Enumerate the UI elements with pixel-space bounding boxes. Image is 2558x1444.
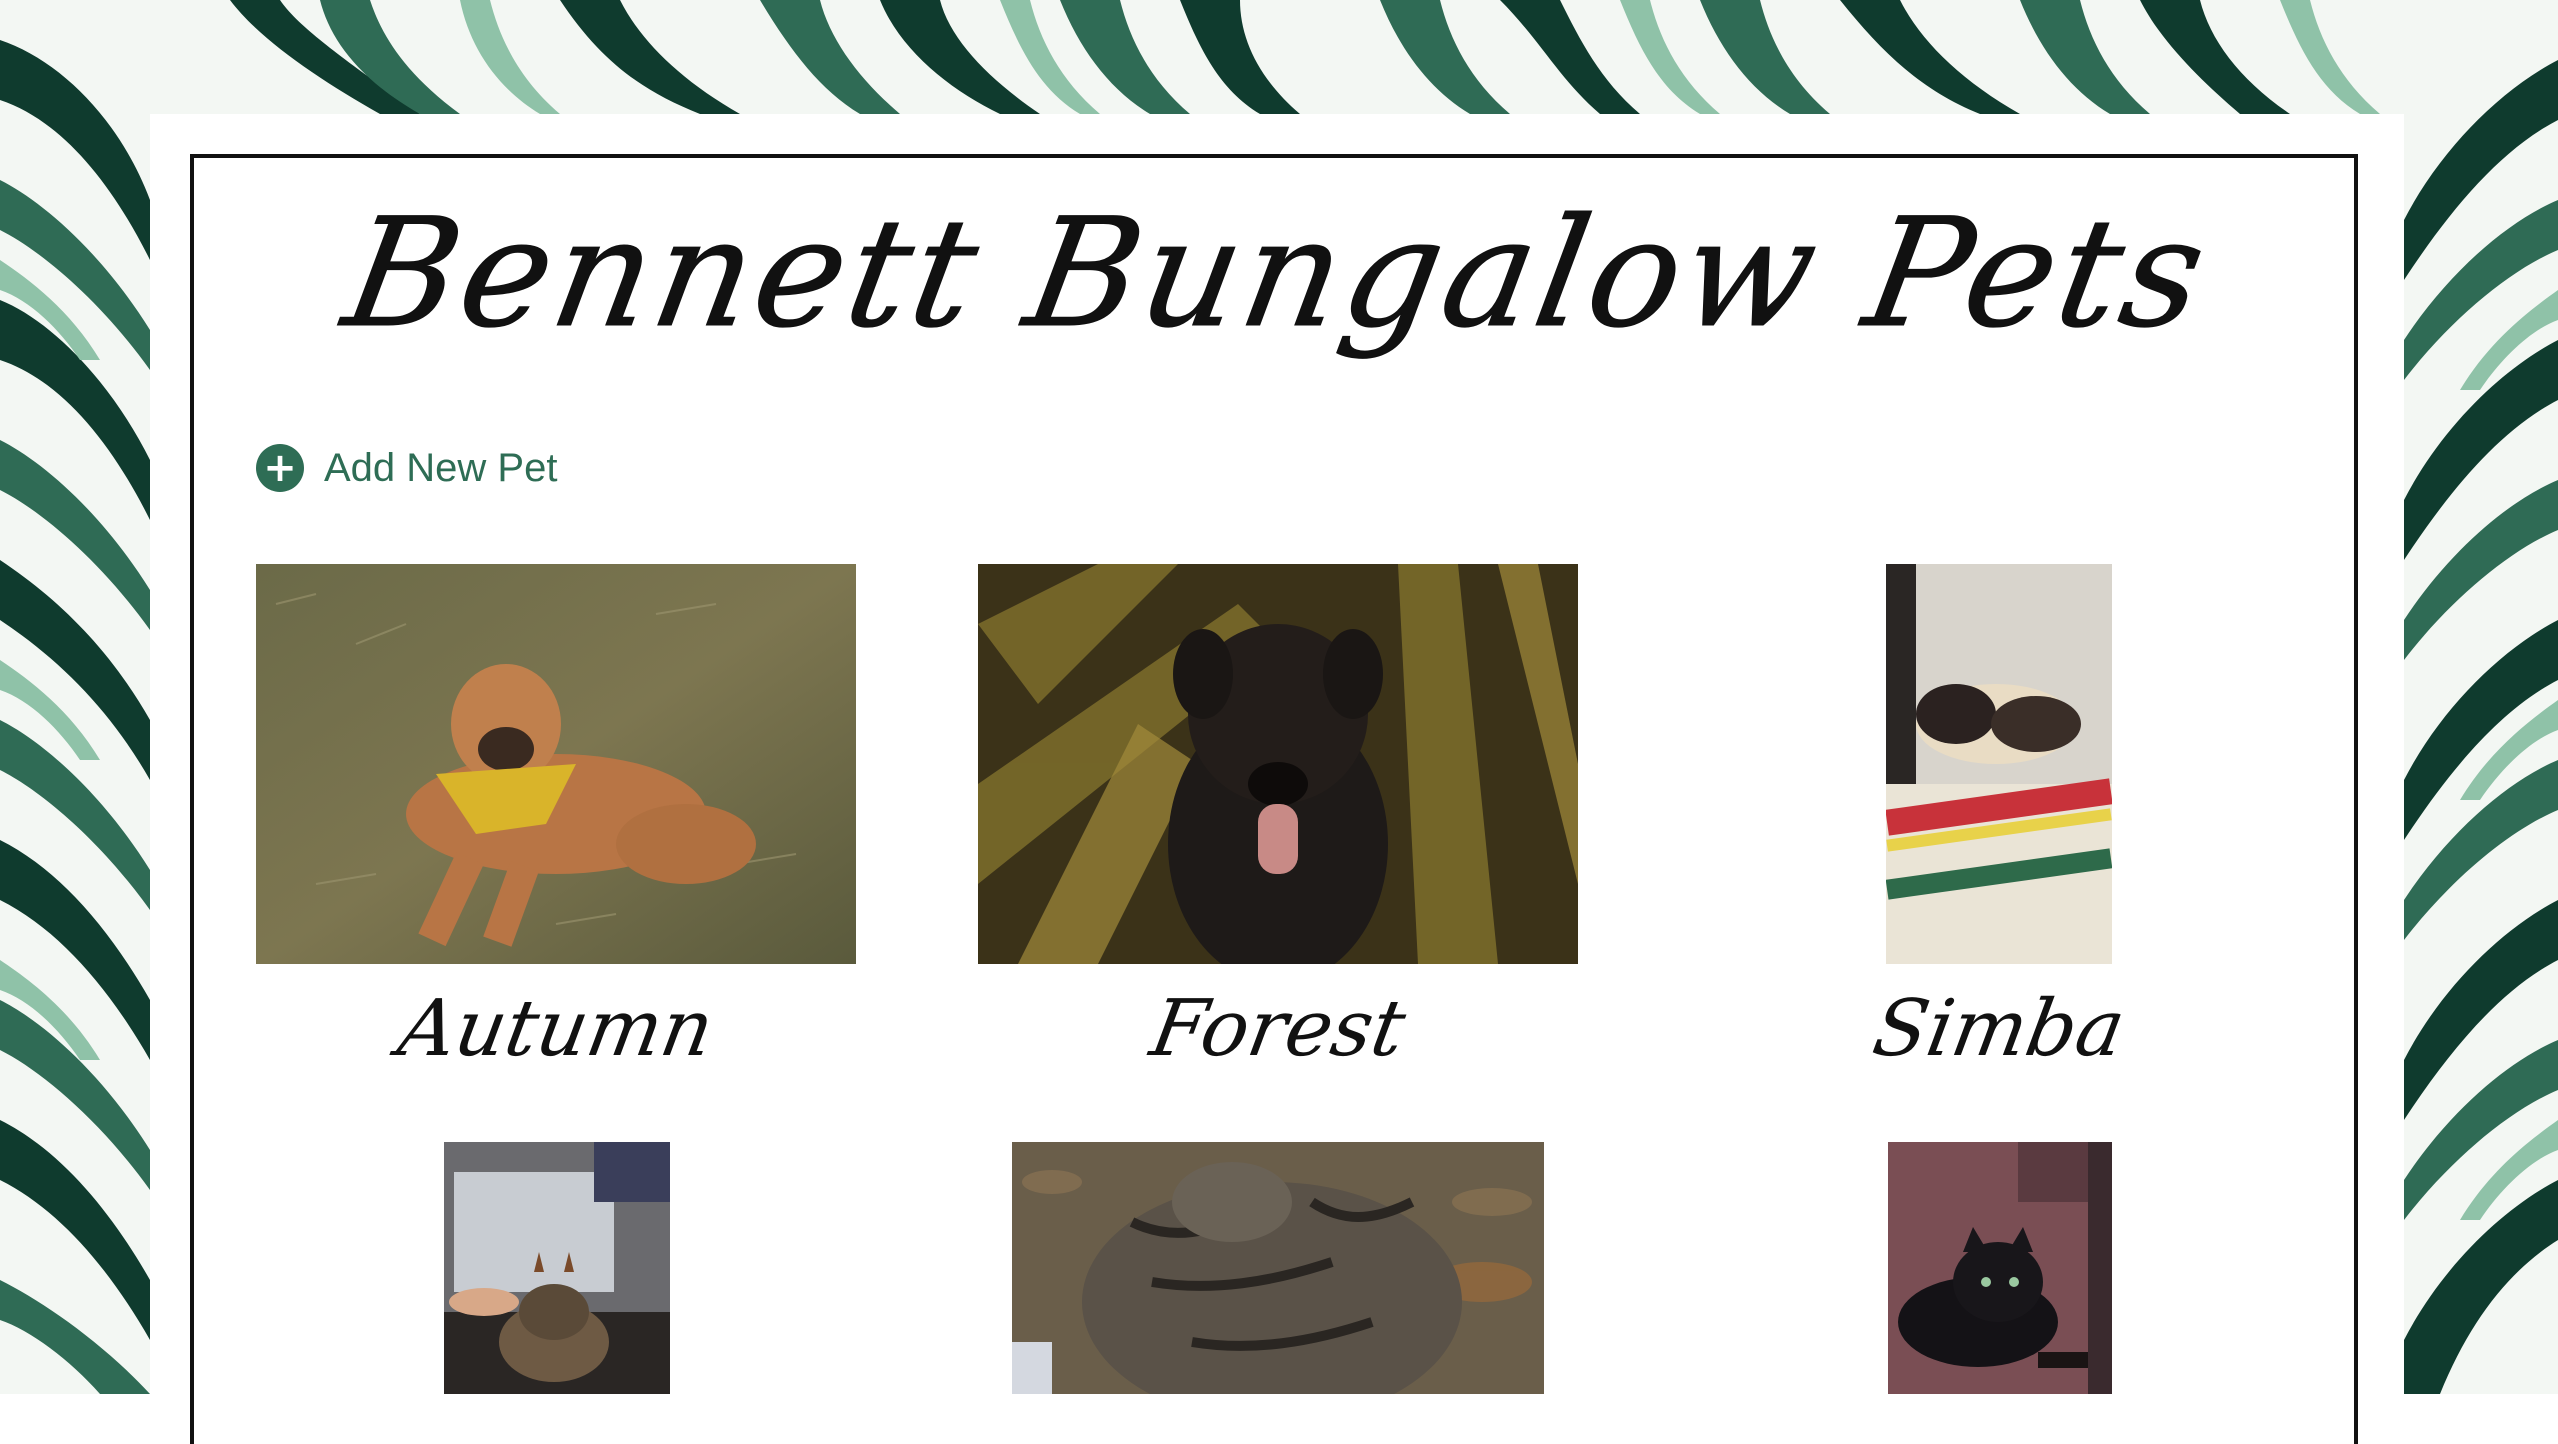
plus-circle-icon: + (256, 444, 304, 492)
pet-name-forest: Forest (1144, 984, 1412, 1074)
pet-photo-forest[interactable] (978, 564, 1578, 964)
pet-photo-autumn[interactable] (256, 564, 856, 964)
site-title: Bennett Bungalow Pets (333, 187, 2221, 362)
pet-name-simba: Simba (1866, 984, 2132, 1074)
main-card: Bennett Bungalow Pets + Add New Pet Autu… (150, 114, 2404, 1444)
pet-photo-tabby[interactable] (1012, 1142, 1544, 1394)
pet-photo-cat-antlers[interactable] (444, 1142, 670, 1394)
pet-name-autumn: Autumn (391, 984, 721, 1074)
pet-photo-black-cat[interactable] (1888, 1142, 2112, 1394)
pet-photo-simba[interactable] (1886, 564, 2112, 964)
add-new-pet-label: Add New Pet (324, 445, 558, 490)
add-new-pet-button[interactable]: + Add New Pet (256, 444, 557, 492)
